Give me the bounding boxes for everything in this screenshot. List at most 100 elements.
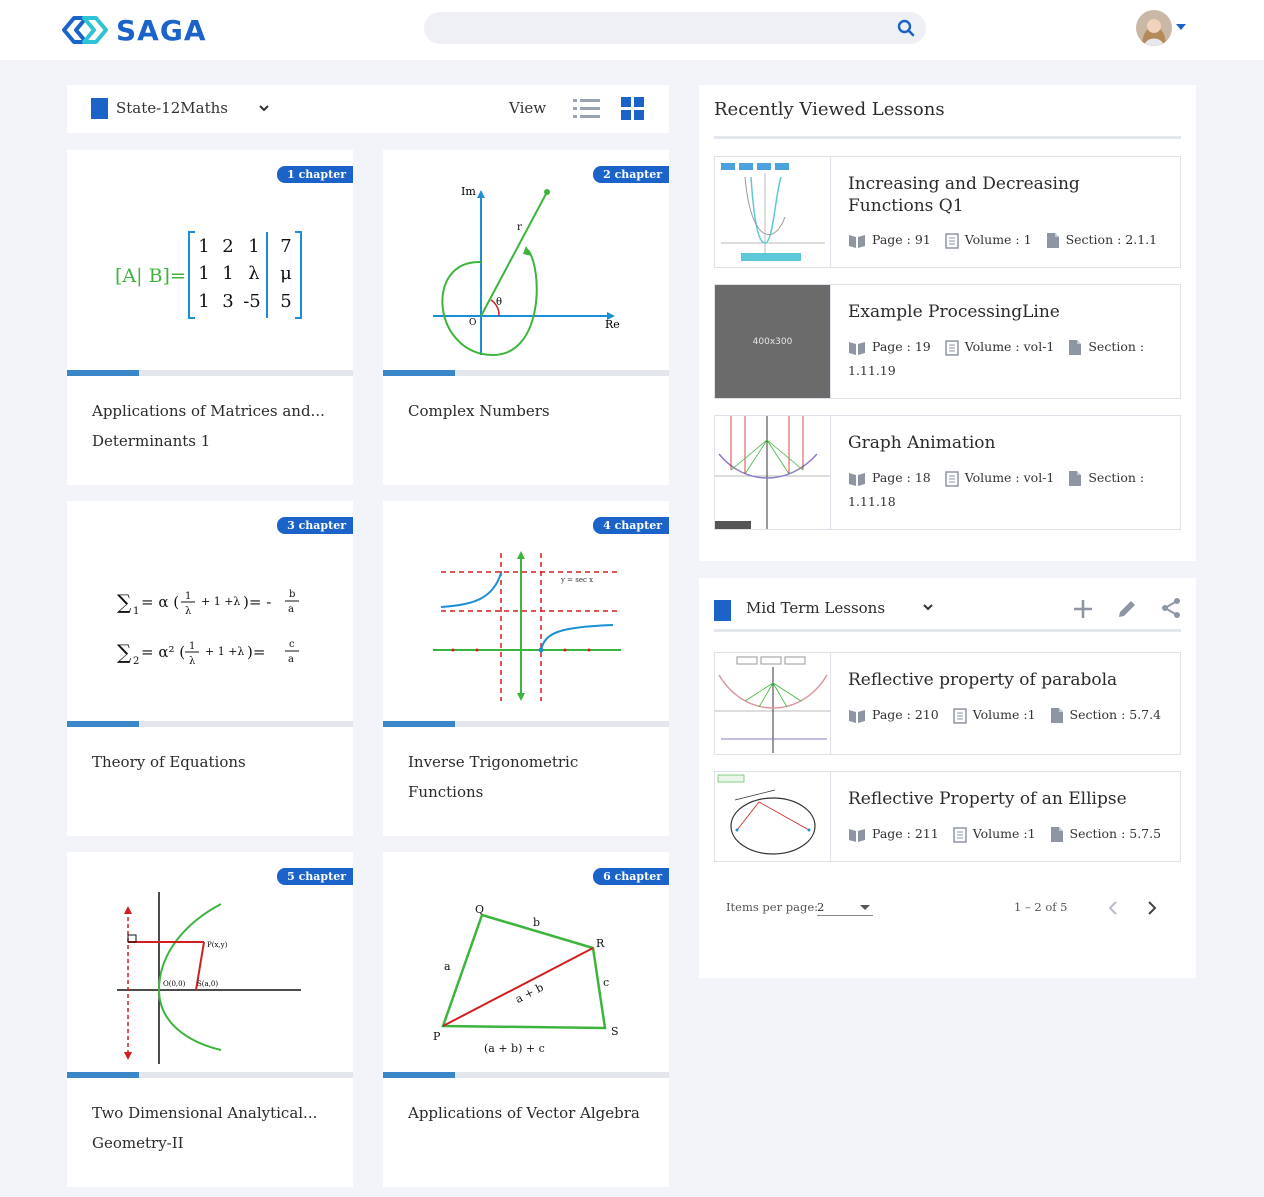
svg-text:1: 1 (222, 263, 233, 284)
svg-text:)=: )= (247, 643, 265, 661)
saga-logo-icon (62, 16, 108, 44)
chapter-title: Theory of Equations (92, 753, 246, 771)
svg-text:S(a,0): S(a,0) (197, 980, 218, 988)
chapter-thumbnail: P(x,y) O(0,0) S(a,0) (67, 852, 353, 1072)
progress-bar (67, 1072, 353, 1078)
chapter-card[interactable]: P(x,y) O(0,0) S(a,0) 5 chapter Two Dimen… (67, 852, 353, 1187)
list-view-icon[interactable] (573, 97, 600, 121)
svg-text:c: c (289, 639, 295, 650)
subject-color-marker (91, 98, 108, 119)
book-icon (849, 234, 865, 248)
svg-text:+ 1 +λ: + 1 +λ (201, 595, 240, 608)
saga-logo[interactable]: SAGA (60, 10, 207, 50)
add-icon[interactable] (1071, 597, 1095, 621)
svg-text:r: r (517, 222, 522, 233)
document-icon (1069, 340, 1082, 355)
recently-viewed-panel: Recently Viewed Lessons Increasing and D… (699, 85, 1196, 561)
lesson-item[interactable]: Reflective property of parabola Page : 2… (714, 652, 1181, 755)
logo-text: SAGA (116, 13, 207, 47)
svg-text:P(x,y): P(x,y) (207, 941, 228, 949)
matrix-lhs: [A| B]= (115, 265, 186, 287)
svg-text:+ 1 +λ: + 1 +λ (205, 645, 244, 658)
chapter-thumbnail: Q R P S b a c a + b (a + b) + c (383, 852, 669, 1072)
document-icon (1050, 827, 1063, 842)
svg-text:= α (: = α ( (141, 593, 179, 611)
svg-text:Q: Q (475, 903, 484, 916)
lesson-title: Reflective Property of an Ellipse (848, 789, 1127, 809)
chapter-thumbnail: ∑ 1 = α ( 1λ + 1 +λ )= - ba ∑ 2 = α² ( 1λ … (67, 501, 353, 721)
search-input[interactable] (424, 12, 926, 44)
progress-bar (383, 1072, 669, 1078)
chevron-down-icon[interactable] (257, 101, 271, 115)
chapter-badge: 4 chapter (593, 517, 669, 534)
page-icon (945, 232, 959, 249)
svg-text:1: 1 (198, 263, 209, 284)
chevron-left-icon[interactable] (1106, 899, 1120, 917)
grid-view-icon[interactable] (621, 97, 644, 120)
account-menu-caret-icon[interactable] (1176, 24, 1186, 30)
lesson-thumbnail (715, 653, 831, 754)
lesson-thumbnail: 400x300 (715, 285, 831, 398)
view-label: View (509, 99, 547, 117)
items-per-page-label: Items per page: (726, 900, 819, 914)
svg-text:b: b (289, 589, 295, 600)
chapter-title: Applications of Matrices and... Determin… (92, 402, 325, 450)
chapter-title: Two Dimensional Analytical... Geometry-I… (92, 1104, 318, 1152)
chapter-badge: 2 chapter (593, 166, 669, 183)
svg-text:5: 5 (280, 291, 291, 312)
lesson-item[interactable]: Graph Animation Page : 18 Volume : vol-1… (714, 415, 1181, 530)
lesson-list-color-marker (714, 600, 731, 621)
lesson-meta: Page : 19 Volume : vol-1 Section : 1.11.… (848, 339, 1145, 378)
chevron-right-icon[interactable] (1145, 899, 1159, 917)
mid-term-panel: Mid Term Lessons Reflective property of … (699, 578, 1196, 978)
pagination-range: 1 – 2 of 5 (1014, 900, 1068, 914)
svg-text:-5: -5 (243, 291, 261, 312)
dropdown-caret-icon[interactable] (860, 905, 870, 910)
svg-text:λ: λ (185, 606, 192, 617)
book-icon (849, 709, 865, 723)
svg-text:1: 1 (198, 236, 209, 257)
lesson-list-select[interactable]: Mid Term Lessons (746, 599, 885, 617)
chapter-card[interactable]: Im Re O r θ 2 chapter Complex Numbers (383, 150, 669, 485)
book-icon (849, 472, 865, 486)
lesson-item[interactable]: Reflective Property of an Ellipse Page :… (714, 771, 1181, 862)
document-icon (1050, 708, 1063, 723)
lesson-item[interactable]: 400x300 Example ProcessingLine Page : 19… (714, 284, 1181, 399)
lesson-item[interactable]: Increasing and Decreasing Functions Q1 P… (714, 156, 1181, 268)
lesson-title: Increasing and Decreasing Functions Q1 (848, 174, 1080, 216)
svg-text:1: 1 (133, 606, 139, 617)
chapter-card[interactable]: ∑ 1 = α ( 1λ + 1 +λ )= - ba ∑ 2 = α² ( 1λ … (67, 501, 353, 836)
chapter-card[interactable]: [A| B]= 1 2 1 7 1 1 λ μ 1 3 -5 5 1 chapt… (67, 150, 353, 485)
chapter-title: Inverse Trigonometric Functions (408, 753, 579, 801)
svg-text:S: S (611, 1025, 619, 1038)
svg-text:(a + b) + c: (a + b) + c (484, 1042, 545, 1055)
chapter-title: Complex Numbers (408, 402, 550, 420)
chapter-badge: 1 chapter (277, 166, 353, 183)
page-icon (952, 707, 967, 724)
lesson-meta: Page : 18 Volume : vol-1 Section : 1.11.… (848, 470, 1145, 509)
chapter-badge: 6 chapter (593, 868, 669, 885)
chapter-thumbnail: [A| B]= 1 2 1 7 1 1 λ μ 1 3 -5 5 (67, 150, 353, 370)
lesson-meta: Page : 210 Volume :1 Section : 5.7.4 (848, 703, 1168, 727)
svg-text:3: 3 (222, 291, 233, 312)
edit-icon[interactable] (1115, 597, 1139, 621)
page-icon (945, 339, 959, 356)
chapter-card[interactable]: Q R P S b a c a + b (a + b) + c 6 chapte… (383, 852, 669, 1187)
divider (714, 136, 1181, 139)
share-icon[interactable] (1160, 597, 1182, 619)
svg-text:a + b: a + b (513, 981, 545, 1006)
svg-text:2: 2 (133, 656, 139, 667)
chevron-down-icon[interactable] (921, 600, 935, 614)
svg-text:c: c (603, 976, 609, 989)
subject-select[interactable]: State-12Maths (116, 99, 228, 117)
book-icon (849, 828, 865, 842)
chapter-badge: 3 chapter (277, 517, 353, 534)
chapter-card[interactable]: y = sec x 4 chapter Inverse Trigonometri… (383, 501, 669, 836)
chapter-title: Applications of Vector Algebra (408, 1104, 640, 1122)
chapter-badge: 5 chapter (277, 868, 353, 885)
svg-text:Re: Re (605, 318, 620, 331)
user-avatar[interactable] (1136, 10, 1172, 46)
page-icon (945, 470, 959, 487)
lesson-title: Example ProcessingLine (848, 302, 1060, 322)
search-icon[interactable] (896, 18, 916, 38)
